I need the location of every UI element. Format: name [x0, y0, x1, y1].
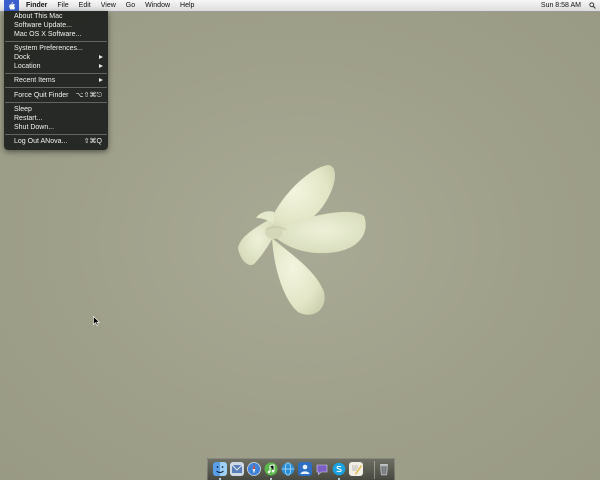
menu-item-label: Location	[14, 63, 41, 70]
skype-icon	[332, 462, 346, 476]
safari-icon	[247, 462, 261, 476]
menu-item-location[interactable]: Location	[14, 62, 104, 71]
wallpaper-flower	[238, 165, 366, 315]
dock-item-mail[interactable]	[230, 462, 244, 476]
menu-item-dock[interactable]: Dock	[14, 53, 104, 62]
menu-item-shortcut: ⌥⇧⌘⎋	[75, 92, 102, 99]
menu-item-log-out[interactable]: Log Out ANova... ⇧⌘Q	[14, 137, 104, 146]
menu-item-mac-os-x-software[interactable]: Mac OS X Software...	[14, 30, 104, 39]
menu-item-shut-down[interactable]: Shut Down...	[14, 123, 104, 132]
menu-separator	[5, 102, 107, 103]
menu-finder[interactable]: Finder	[21, 0, 52, 11]
menu-item-software-update[interactable]: Software Update...	[14, 21, 104, 30]
menu-item-label: System Preferences...	[14, 45, 83, 52]
menu-separator	[5, 134, 107, 135]
menu-item-sleep[interactable]: Sleep	[14, 105, 104, 114]
menu-item-label: Log Out ANova...	[14, 138, 68, 145]
menu-item-label: Sleep	[14, 106, 32, 113]
itunes-icon	[264, 462, 278, 476]
menu-item-label: Mac OS X Software...	[14, 31, 82, 38]
ichat-icon	[316, 464, 328, 476]
submenu-arrow-icon	[99, 64, 103, 68]
menu-item-label: Force Quit Finder	[14, 92, 69, 99]
user-icon	[300, 464, 310, 474]
dock-item-ichat[interactable]	[315, 462, 329, 476]
menu-separator	[5, 87, 107, 88]
mail-icon	[231, 464, 243, 473]
mouse-cursor-icon	[93, 316, 100, 326]
menu-help[interactable]: Help	[175, 0, 199, 11]
dock-item-finder[interactable]	[213, 462, 227, 476]
menu-item-system-preferences[interactable]: System Preferences...	[14, 44, 104, 53]
dock	[207, 458, 395, 480]
network-icon	[281, 462, 295, 476]
menu-view[interactable]: View	[96, 0, 121, 11]
dock-item-textedit[interactable]	[349, 462, 363, 476]
menu-item-label: Shut Down...	[14, 124, 55, 131]
menu-item-restart[interactable]: Restart...	[14, 114, 104, 123]
textedit-icon	[352, 465, 362, 475]
dock-item-network[interactable]	[281, 462, 295, 476]
menu-item-label: Dock	[14, 54, 30, 61]
dock-divider	[374, 461, 375, 479]
trash-icon	[380, 464, 388, 476]
menu-separator	[5, 41, 107, 42]
submenu-arrow-icon	[99, 78, 103, 82]
menu-edit[interactable]: Edit	[74, 0, 96, 11]
menu-go[interactable]: Go	[121, 0, 140, 11]
menu-window[interactable]: Window	[140, 0, 175, 11]
dock-item-safari[interactable]	[247, 462, 261, 476]
menu-item-label: Restart...	[14, 115, 43, 122]
menu-item-about-this-mac[interactable]: About This Mac	[14, 12, 104, 21]
menu-file[interactable]: File	[52, 0, 73, 11]
dock-item-trash[interactable]	[377, 462, 391, 476]
menubar-clock[interactable]: Sun 8:58 AM	[541, 2, 581, 9]
apple-icon	[9, 1, 15, 10]
finder-icon	[216, 466, 224, 473]
menu-item-shortcut: ⇧⌘Q	[83, 138, 102, 145]
menu-item-force-quit[interactable]: Force Quit Finder ⌥⇧⌘⎋	[14, 91, 104, 100]
menu-item-recent-items[interactable]: Recent Items	[14, 76, 104, 85]
dock-item-skype[interactable]	[332, 462, 346, 476]
apple-menu-dropdown: About This Mac Software Update... Mac OS…	[4, 11, 108, 150]
menu-item-label: Recent Items	[14, 77, 56, 84]
apple-menu-button[interactable]	[4, 0, 19, 11]
menu-separator	[5, 73, 107, 74]
menu-item-label: Software Update...	[14, 22, 72, 29]
menu-item-label: About This Mac	[14, 13, 63, 20]
menu-extras: Sun 8:58 AM	[541, 2, 600, 9]
spotlight-button[interactable]	[589, 2, 596, 9]
dock-item-itunes[interactable]	[264, 462, 278, 476]
dock-item-user[interactable]	[298, 462, 312, 476]
submenu-arrow-icon	[99, 55, 103, 59]
magnifier-icon	[589, 2, 596, 9]
